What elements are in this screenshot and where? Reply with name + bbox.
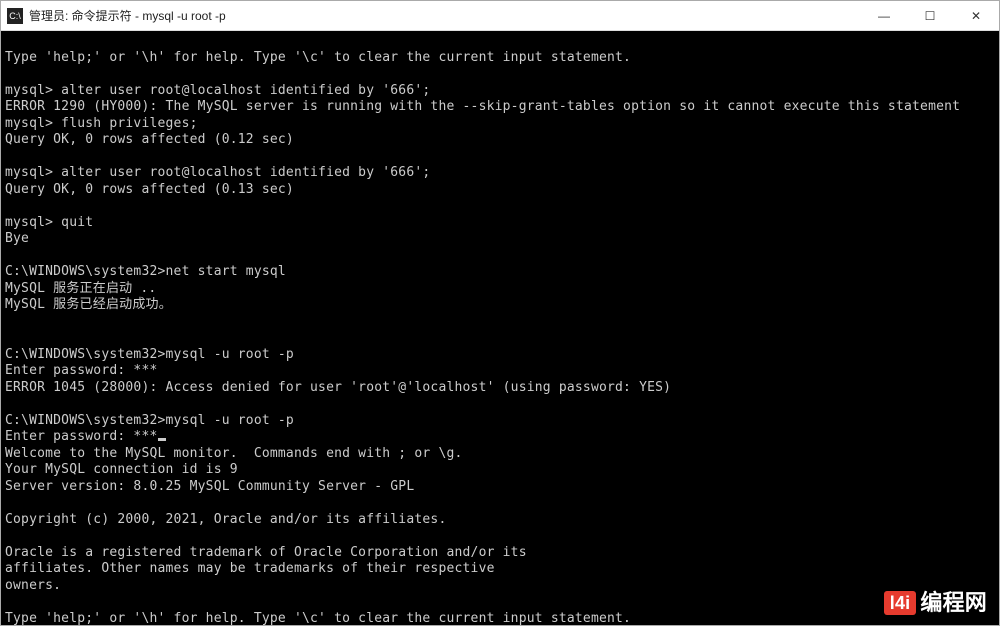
terminal-line: C:\WINDOWS\system32>mysql -u root -p [5,413,294,428]
terminal-line: Welcome to the MySQL monitor. Commands e… [5,446,463,461]
terminal-line: Enter password: *** [5,363,158,378]
terminal-line: C:\WINDOWS\system32>mysql -u root -p [5,347,294,362]
terminal-line: Oracle is a registered trademark of Orac… [5,545,527,560]
terminal-line: Type 'help;' or '\h' for help. Type '\c'… [5,50,631,65]
app-icon: C:\ [7,8,23,24]
terminal-line: mysql> flush privileges; [5,116,198,131]
maximize-button[interactable]: ☐ [907,1,953,30]
terminal-line: Query OK, 0 rows affected (0.13 sec) [5,182,294,197]
close-button[interactable]: ✕ [953,1,999,30]
terminal-line: Copyright (c) 2000, 2021, Oracle and/or … [5,512,446,527]
terminal-window: C:\ 管理员: 命令提示符 - mysql -u root -p — ☐ ✕ … [0,0,1000,626]
watermark: l4i 编程网 [884,591,987,616]
terminal-line: MySQL 服务正在启动 .. [5,281,156,296]
terminal-line: Enter password: *** [5,429,158,444]
watermark-text: 编程网 [920,595,987,612]
terminal-line: Query OK, 0 rows affected (0.12 sec) [5,132,294,147]
terminal-line: mysql> alter user root@localhost identif… [5,83,430,98]
terminal-line: MySQL 服务已经启动成功。 [5,297,172,312]
terminal-line: mysql> quit [5,215,93,230]
terminal-line: ERROR 1290 (HY000): The MySQL server is … [5,99,960,114]
terminal-line: affiliates. Other names may be trademark… [5,561,495,576]
terminal-line: mysql> alter user root@localhost identif… [5,165,430,180]
window-controls: — ☐ ✕ [861,1,999,30]
terminal-line: Server version: 8.0.25 MySQL Community S… [5,479,414,494]
window-title: 管理员: 命令提示符 - mysql -u root -p [29,7,861,24]
terminal-line: Type 'help;' or '\h' for help. Type '\c'… [5,611,631,626]
terminal-line: Your MySQL connection id is 9 [5,462,238,477]
terminal-line: owners. [5,578,61,593]
watermark-badge: l4i [884,591,917,616]
titlebar[interactable]: C:\ 管理员: 命令提示符 - mysql -u root -p — ☐ ✕ [1,1,999,31]
terminal-line: ERROR 1045 (28000): Access denied for us… [5,380,671,395]
cursor-icon [158,438,166,441]
terminal-line: Bye [5,231,29,246]
terminal-line: C:\WINDOWS\system32>net start mysql [5,264,286,279]
minimize-button[interactable]: — [861,1,907,30]
terminal-output[interactable]: Type 'help;' or '\h' for help. Type '\c'… [1,31,999,625]
